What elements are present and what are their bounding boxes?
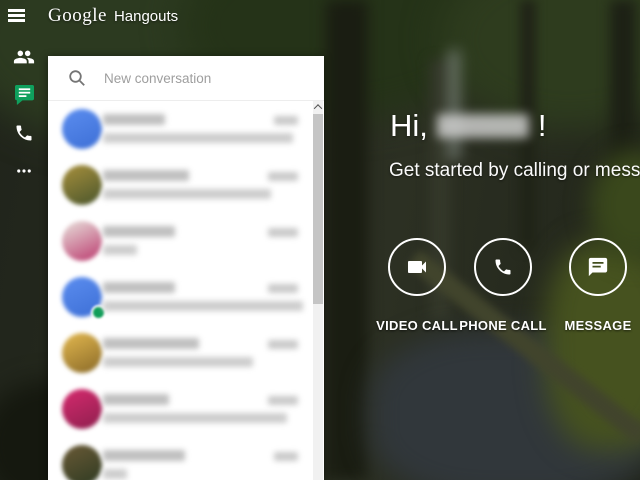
phone-icon [14,123,34,143]
action-label: PHONE CALL [459,318,547,333]
people-icon [13,46,35,68]
timestamp-redacted [268,228,298,237]
contact-name-redacted [103,338,199,349]
timestamp-redacted [268,284,298,293]
conversation-list [48,101,324,480]
greeting-prefix: Hi, [390,108,428,143]
menu-icon-bar [8,19,25,22]
contact-name-redacted [103,394,169,405]
avatar [62,445,102,480]
contact-name-redacted [103,450,185,461]
app-logo: Google Hangouts [48,5,178,27]
user-name-redacted [436,114,529,138]
message-preview-redacted [103,133,293,143]
contact-name-redacted [103,114,165,125]
timestamp-redacted [268,396,298,405]
contact-name-redacted [103,226,175,237]
greeting-suffix: ! [537,108,547,143]
scroll-up-arrow-icon[interactable] [313,101,323,113]
menu-icon[interactable] [8,9,25,24]
contact-name-redacted [103,170,189,181]
sidebar-nav [0,38,48,190]
timestamp-redacted [274,116,298,125]
message-preview-redacted [103,245,137,255]
message-preview-redacted [103,189,271,199]
avatar [62,221,102,261]
conversation-list-item[interactable] [48,213,324,269]
message-preview-redacted [103,301,303,311]
action-phone-call[interactable]: PHONE CALL [455,238,551,333]
chat-icon [14,85,34,105]
action-video-call[interactable]: VIDEO CALL [369,238,465,333]
contact-name-redacted [103,282,175,293]
search-input[interactable] [102,69,276,87]
message-preview-redacted [103,469,127,479]
timestamp-redacted [268,340,298,349]
hangouts-app: Google Hangouts Hi, ! Get started by cal… [0,0,640,480]
hangouts-logo-text: Hangouts [113,8,179,25]
conversation-list-item[interactable] [48,381,324,437]
avatar [62,109,102,149]
avatar [62,165,102,205]
menu-icon-bar [8,9,25,12]
action-label: MESSAGE [564,318,632,333]
message-preview-redacted [103,413,287,423]
greeting-subtitle: Get started by calling or messaging [389,160,640,181]
timestamp-redacted [268,172,298,181]
search-icon [69,70,85,86]
timestamp-redacted [274,452,298,461]
action-message[interactable]: MESSAGE [550,238,640,333]
action-label: VIDEO CALL [376,318,458,333]
conversation-panel [48,56,324,480]
message-preview-redacted [103,357,253,367]
new-conversation-row[interactable] [48,56,324,101]
phone-icon [474,238,532,296]
scrollbar[interactable] [313,101,323,480]
google-logo-text: Google [48,5,107,26]
conversation-list-item[interactable] [48,437,324,480]
conversation-list-item[interactable] [48,325,324,381]
conversation-list-item[interactable] [48,101,324,157]
sidebar-item-contacts[interactable] [0,38,48,76]
sidebar-item-calls[interactable] [0,114,48,152]
avatar [62,389,102,429]
menu-icon-bar [8,14,25,17]
greeting-heading: Hi, ! [390,108,547,144]
sidebar-item-more[interactable] [0,152,48,190]
avatar [62,333,102,373]
sidebar-item-conversations[interactable] [0,76,48,114]
conversation-list-item[interactable] [48,269,324,325]
message-icon [569,238,627,296]
background-shape [326,0,368,480]
scrollbar-thumb[interactable] [313,114,323,304]
conversation-list-item[interactable] [48,157,324,213]
more-icon [15,162,33,180]
video-camera-icon [388,238,446,296]
